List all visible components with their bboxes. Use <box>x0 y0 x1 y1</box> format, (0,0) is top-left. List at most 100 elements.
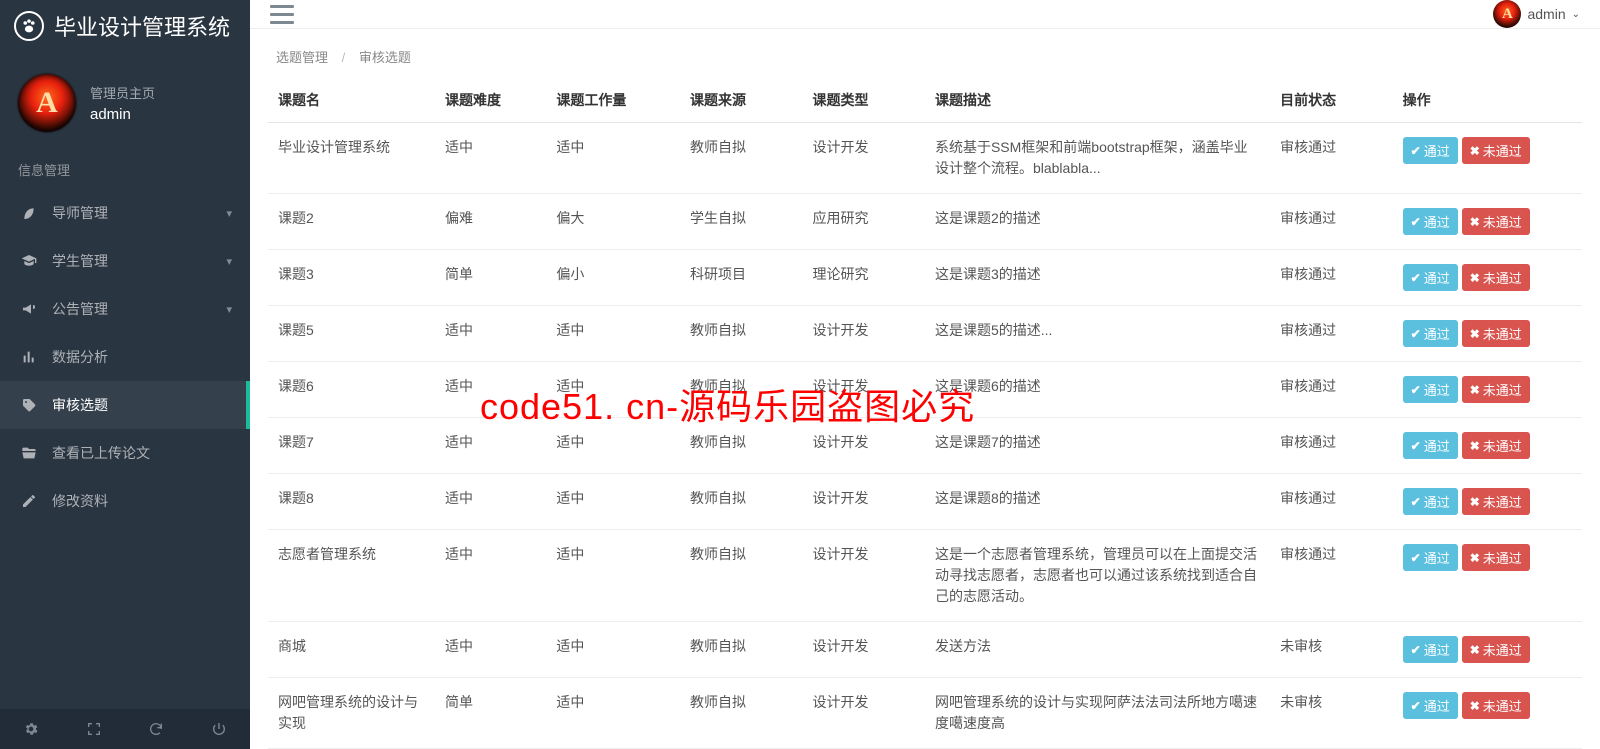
sidebar-item-review[interactable]: 审核选题 <box>0 381 250 429</box>
cell-action: ✔通过✖未通过 <box>1393 362 1582 418</box>
cell-workload: 适中 <box>546 362 680 418</box>
sidebar-footer <box>0 709 250 749</box>
btn-label: 通过 <box>1424 548 1450 567</box>
reject-button[interactable]: ✖未通过 <box>1462 264 1530 291</box>
sidebar-item-label: 导师管理 <box>52 203 108 223</box>
chevron-down-icon: ▾ <box>226 207 232 220</box>
reject-button[interactable]: ✖未通过 <box>1462 488 1530 515</box>
breadcrumb-item[interactable]: 审核选题 <box>359 50 411 65</box>
reject-button[interactable]: ✖未通过 <box>1462 544 1530 571</box>
th-workload: 课题工作量 <box>546 78 680 123</box>
sidebar-item-profile[interactable]: 修改资料 <box>0 477 250 525</box>
reject-button[interactable]: ✖未通过 <box>1462 636 1530 663</box>
cell-difficulty: 适中 <box>435 306 546 362</box>
approve-button[interactable]: ✔通过 <box>1403 544 1458 571</box>
reject-button[interactable]: ✖未通过 <box>1462 432 1530 459</box>
check-icon: ✔ <box>1411 699 1421 713</box>
cell-desc: 这是课题3的描述 <box>925 250 1270 306</box>
cell-source: 教师自拟 <box>680 306 802 362</box>
sidebar-item-student[interactable]: 学生管理 ▾ <box>0 237 250 285</box>
cell-type: 设计开发 <box>802 362 924 418</box>
approve-button[interactable]: ✔通过 <box>1403 636 1458 663</box>
brand[interactable]: 毕业设计管理系统 <box>0 0 250 52</box>
btn-label: 通过 <box>1424 324 1450 343</box>
table-row: 课题6适中适中教师自拟设计开发这是课题6的描述审核通过✔通过✖未通过 <box>268 362 1582 418</box>
approve-button[interactable]: ✔通过 <box>1403 264 1458 291</box>
user-name: admin <box>90 106 155 123</box>
reject-button[interactable]: ✖未通过 <box>1462 320 1530 347</box>
close-icon: ✖ <box>1470 551 1480 565</box>
reject-button[interactable]: ✖未通过 <box>1462 692 1530 719</box>
cell-desc: 这是课题2的描述 <box>925 194 1270 250</box>
chevron-down-icon: ▾ <box>226 303 232 316</box>
table-header-row: 课题名 课题难度 课题工作量 课题来源 课题类型 课题描述 目前状态 操作 <box>268 78 1582 123</box>
reject-button[interactable]: ✖未通过 <box>1462 376 1530 403</box>
sidebar-item-announce[interactable]: 公告管理 ▾ <box>0 285 250 333</box>
close-icon: ✖ <box>1470 271 1480 285</box>
cell-type: 设计开发 <box>802 123 924 194</box>
btn-label: 通过 <box>1424 268 1450 287</box>
approve-button[interactable]: ✔通过 <box>1403 488 1458 515</box>
th-source: 课题来源 <box>680 78 802 123</box>
sidebar-item-label: 数据分析 <box>52 347 108 367</box>
cell-difficulty: 偏难 <box>435 194 546 250</box>
check-icon: ✔ <box>1411 144 1421 158</box>
cell-status: 审核通过 <box>1270 250 1392 306</box>
reject-button[interactable]: ✖未通过 <box>1462 208 1530 235</box>
cell-name: 课题7 <box>268 418 435 474</box>
cell-status: 未审核 <box>1270 678 1392 749</box>
cell-workload: 适中 <box>546 622 680 678</box>
approve-button[interactable]: ✔通过 <box>1403 692 1458 719</box>
cell-name: 商城 <box>268 622 435 678</box>
settings-button[interactable] <box>0 709 63 749</box>
reject-button[interactable]: ✖未通过 <box>1462 137 1530 164</box>
power-button[interactable] <box>188 709 251 749</box>
sidebar-item-analytics[interactable]: 数据分析 <box>0 333 250 381</box>
chevron-down-icon: ⌄ <box>1572 9 1580 20</box>
sidebar-section: 信息管理 <box>0 150 250 189</box>
cell-type: 设计开发 <box>802 530 924 622</box>
cell-source: 教师自拟 <box>680 362 802 418</box>
th-desc: 课题描述 <box>925 78 1270 123</box>
breadcrumb-item[interactable]: 选题管理 <box>276 50 328 65</box>
check-icon: ✔ <box>1411 215 1421 229</box>
btn-label: 未通过 <box>1483 640 1522 659</box>
refresh-button[interactable] <box>125 709 188 749</box>
table-row: 课题8适中适中教师自拟设计开发这是课题8的描述审核通过✔通过✖未通过 <box>268 474 1582 530</box>
table-row: 志愿者管理系统适中适中教师自拟设计开发这是一个志愿者管理系统，管理员可以在上面提… <box>268 530 1582 622</box>
approve-button[interactable]: ✔通过 <box>1403 376 1458 403</box>
cell-source: 教师自拟 <box>680 678 802 749</box>
approve-button[interactable]: ✔通过 <box>1403 137 1458 164</box>
graduation-cap-icon <box>18 253 40 269</box>
close-icon: ✖ <box>1470 495 1480 509</box>
check-icon: ✔ <box>1411 439 1421 453</box>
user-dropdown[interactable]: A admin ⌄ <box>1493 0 1580 28</box>
fullscreen-button[interactable] <box>63 709 126 749</box>
cell-difficulty: 适中 <box>435 418 546 474</box>
btn-label: 未通过 <box>1483 212 1522 231</box>
approve-button[interactable]: ✔通过 <box>1403 320 1458 347</box>
check-icon: ✔ <box>1411 643 1421 657</box>
breadcrumb: 选题管理 / 审核选题 <box>250 29 1600 78</box>
th-name: 课题名 <box>268 78 435 123</box>
btn-label: 未通过 <box>1483 492 1522 511</box>
cell-difficulty: 适中 <box>435 474 546 530</box>
th-action: 操作 <box>1393 78 1582 123</box>
sidebar-item-tutor[interactable]: 导师管理 ▾ <box>0 189 250 237</box>
user-label: admin <box>1527 6 1565 22</box>
cell-action: ✔通过✖未通过 <box>1393 194 1582 250</box>
cell-desc: 系统基于SSM框架和前端bootstrap框架，涵盖毕业设计整个流程。blabl… <box>925 123 1270 194</box>
btn-label: 未通过 <box>1483 696 1522 715</box>
topics-table: 课题名 课题难度 课题工作量 课题来源 课题类型 课题描述 目前状态 操作 毕业… <box>268 78 1582 749</box>
cell-source: 教师自拟 <box>680 418 802 474</box>
approve-button[interactable]: ✔通过 <box>1403 432 1458 459</box>
cell-type: 设计开发 <box>802 622 924 678</box>
sidebar-item-uploads[interactable]: 查看已上传论文 <box>0 429 250 477</box>
sidebar-item-label: 审核选题 <box>52 395 108 415</box>
cell-type: 设计开发 <box>802 306 924 362</box>
menu-toggle-button[interactable] <box>270 5 294 24</box>
approve-button[interactable]: ✔通过 <box>1403 208 1458 235</box>
content: 课题名 课题难度 课题工作量 课题来源 课题类型 课题描述 目前状态 操作 毕业… <box>250 78 1600 749</box>
cell-name: 课题2 <box>268 194 435 250</box>
sidebar-user[interactable]: A 管理员主页 admin <box>0 52 250 150</box>
